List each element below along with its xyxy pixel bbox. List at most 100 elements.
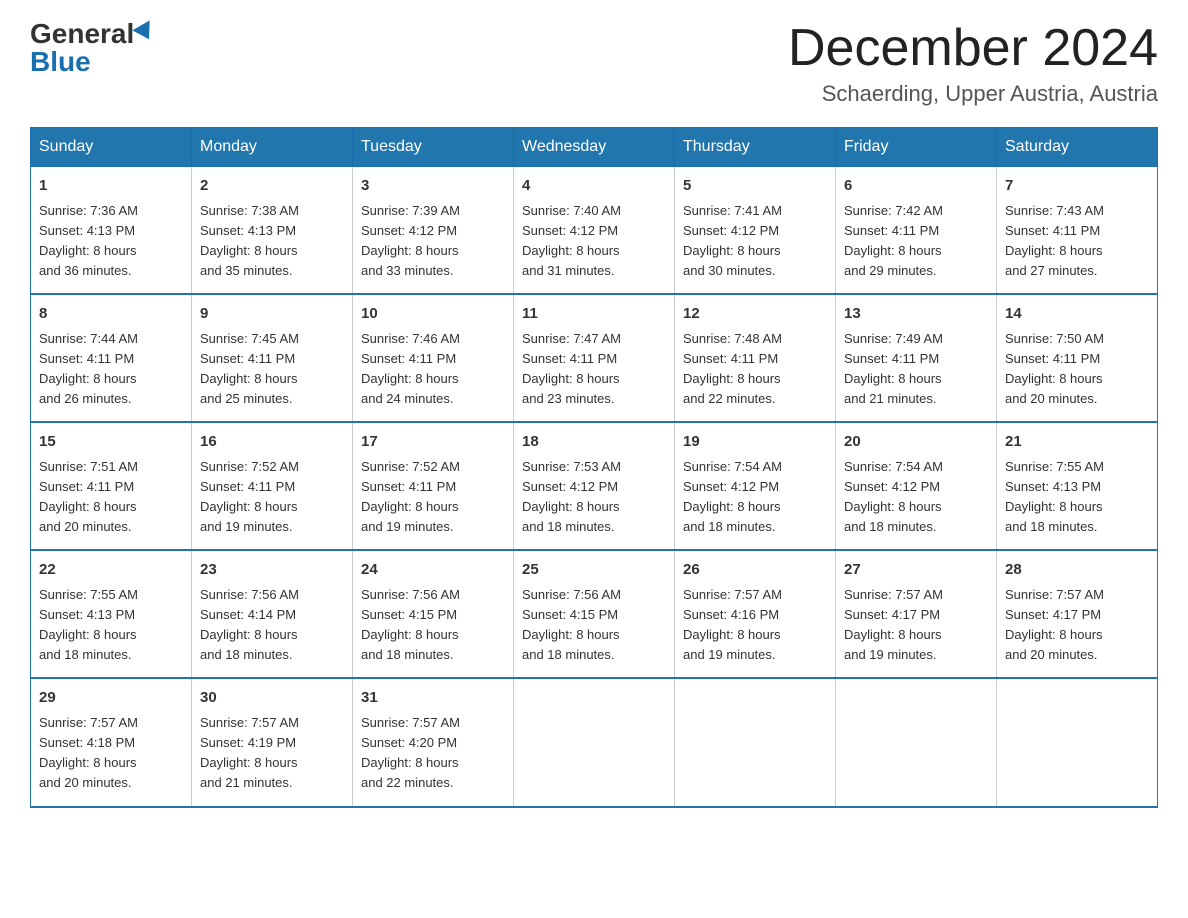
day-info: Sunrise: 7:49 AMSunset: 4:11 PMDaylight:… xyxy=(844,329,988,410)
column-header-sunday: Sunday xyxy=(31,128,192,167)
day-number: 30 xyxy=(200,687,344,710)
column-header-monday: Monday xyxy=(192,128,353,167)
calendar-cell: 18Sunrise: 7:53 AMSunset: 4:12 PMDayligh… xyxy=(514,422,675,550)
day-number: 24 xyxy=(361,559,505,582)
day-number: 26 xyxy=(683,559,827,582)
calendar-cell: 17 Sunrise: 7:52 AMSunset: 4:11 PMDayligh… xyxy=(353,422,514,550)
week-row-1: 1 Sunrise: 7:36 AMSunset: 4:13 PMDaylight… xyxy=(31,167,1158,295)
calendar-cell: 14Sunrise: 7:50 AMSunset: 4:11 PMDayligh… xyxy=(997,294,1158,422)
calendar-cell: 12Sunrise: 7:48 AMSunset: 4:11 PMDayligh… xyxy=(675,294,836,422)
calendar-cell: 21 Sunrise: 7:55 AMSunset: 4:13 PMDayligh… xyxy=(997,422,1158,550)
calendar-cell: 29 Sunrise: 7:57 AMSunset: 4:18 PMDayligh… xyxy=(31,678,192,806)
day-number: 31 xyxy=(361,687,505,710)
calendar-cell: 26Sunrise: 7:57 AMSunset: 4:16 PMDayligh… xyxy=(675,550,836,678)
day-number: 27 xyxy=(844,559,988,582)
day-number: 13 xyxy=(844,303,988,326)
calendar-cell xyxy=(997,678,1158,806)
day-number: 19 xyxy=(683,431,827,454)
column-header-thursday: Thursday xyxy=(675,128,836,167)
logo-triangle-icon xyxy=(133,20,158,44)
calendar-cell: 4 Sunrise: 7:40 AMSunset: 4:12 PMDaylight… xyxy=(514,167,675,295)
day-info: Sunrise: 7:56 AMSunset: 4:15 PMDaylight:… xyxy=(522,585,666,666)
calendar-header-row: SundayMondayTuesdayWednesdayThursdayFrid… xyxy=(31,128,1158,167)
day-number: 15 xyxy=(39,431,183,454)
day-info: Sunrise: 7:52 AMSunset: 4:11 PMDaylight:… xyxy=(361,457,505,538)
column-header-tuesday: Tuesday xyxy=(353,128,514,167)
day-number: 23 xyxy=(200,559,344,582)
day-number: 4 xyxy=(522,175,666,198)
calendar-cell: 9 Sunrise: 7:45 AMSunset: 4:11 PMDaylight… xyxy=(192,294,353,422)
calendar-cell: 20 Sunrise: 7:54 AMSunset: 4:12 PMDayligh… xyxy=(836,422,997,550)
day-info: Sunrise: 7:57 AMSunset: 4:18 PMDaylight:… xyxy=(39,713,183,794)
day-info: Sunrise: 7:43 AMSunset: 4:11 PMDaylight:… xyxy=(1005,201,1149,282)
day-number: 21 xyxy=(1005,431,1149,454)
day-number: 17 xyxy=(361,431,505,454)
day-number: 20 xyxy=(844,431,988,454)
calendar-cell: 25Sunrise: 7:56 AMSunset: 4:15 PMDayligh… xyxy=(514,550,675,678)
day-info: Sunrise: 7:48 AMSunset: 4:11 PMDaylight:… xyxy=(683,329,827,410)
calendar-cell: 13 Sunrise: 7:49 AMSunset: 4:11 PMDayligh… xyxy=(836,294,997,422)
day-info: Sunrise: 7:55 AMSunset: 4:13 PMDaylight:… xyxy=(39,585,183,666)
day-info: Sunrise: 7:39 AMSunset: 4:12 PMDaylight:… xyxy=(361,201,505,282)
location-subtitle: Schaerding, Upper Austria, Austria xyxy=(788,81,1158,107)
day-number: 2 xyxy=(200,175,344,198)
calendar-cell xyxy=(836,678,997,806)
day-info: Sunrise: 7:57 AMSunset: 4:19 PMDaylight:… xyxy=(200,713,344,794)
day-number: 29 xyxy=(39,687,183,710)
calendar-cell: 24 Sunrise: 7:56 AMSunset: 4:15 PMDayligh… xyxy=(353,550,514,678)
logo-blue-text: Blue xyxy=(30,48,91,76)
calendar-cell: 19Sunrise: 7:54 AMSunset: 4:12 PMDayligh… xyxy=(675,422,836,550)
calendar-cell: 15 Sunrise: 7:51 AMSunset: 4:11 PMDayligh… xyxy=(31,422,192,550)
calendar-cell: 7 Sunrise: 7:43 AMSunset: 4:11 PMDaylight… xyxy=(997,167,1158,295)
column-header-saturday: Saturday xyxy=(997,128,1158,167)
day-info: Sunrise: 7:55 AMSunset: 4:13 PMDaylight:… xyxy=(1005,457,1149,538)
day-info: Sunrise: 7:57 AMSunset: 4:17 PMDaylight:… xyxy=(1005,585,1149,666)
day-info: Sunrise: 7:38 AMSunset: 4:13 PMDaylight:… xyxy=(200,201,344,282)
week-row-4: 22 Sunrise: 7:55 AMSunset: 4:13 PMDayligh… xyxy=(31,550,1158,678)
day-info: Sunrise: 7:41 AMSunset: 4:12 PMDaylight:… xyxy=(683,201,827,282)
day-number: 8 xyxy=(39,303,183,326)
week-row-3: 15 Sunrise: 7:51 AMSunset: 4:11 PMDayligh… xyxy=(31,422,1158,550)
calendar-cell: 1 Sunrise: 7:36 AMSunset: 4:13 PMDaylight… xyxy=(31,167,192,295)
week-row-2: 8Sunrise: 7:44 AMSunset: 4:11 PMDaylight… xyxy=(31,294,1158,422)
day-info: Sunrise: 7:51 AMSunset: 4:11 PMDaylight:… xyxy=(39,457,183,538)
day-info: Sunrise: 7:40 AMSunset: 4:12 PMDaylight:… xyxy=(522,201,666,282)
calendar-cell: 16Sunrise: 7:52 AMSunset: 4:11 PMDayligh… xyxy=(192,422,353,550)
logo: General Blue xyxy=(30,20,156,76)
day-info: Sunrise: 7:46 AMSunset: 4:11 PMDaylight:… xyxy=(361,329,505,410)
calendar-cell: 28 Sunrise: 7:57 AMSunset: 4:17 PMDayligh… xyxy=(997,550,1158,678)
day-info: Sunrise: 7:36 AMSunset: 4:13 PMDaylight:… xyxy=(39,201,183,282)
calendar-cell: 8Sunrise: 7:44 AMSunset: 4:11 PMDaylight… xyxy=(31,294,192,422)
column-header-friday: Friday xyxy=(836,128,997,167)
day-number: 14 xyxy=(1005,303,1149,326)
day-number: 18 xyxy=(522,431,666,454)
calendar-table: SundayMondayTuesdayWednesdayThursdayFrid… xyxy=(30,127,1158,807)
calendar-cell: 31Sunrise: 7:57 AMSunset: 4:20 PMDayligh… xyxy=(353,678,514,806)
calendar-cell: 27 Sunrise: 7:57 AMSunset: 4:17 PMDayligh… xyxy=(836,550,997,678)
day-info: Sunrise: 7:54 AMSunset: 4:12 PMDaylight:… xyxy=(844,457,988,538)
day-number: 22 xyxy=(39,559,183,582)
title-block: December 2024 Schaerding, Upper Austria,… xyxy=(788,20,1158,107)
day-info: Sunrise: 7:52 AMSunset: 4:11 PMDaylight:… xyxy=(200,457,344,538)
calendar-cell: 3Sunrise: 7:39 AMSunset: 4:12 PMDaylight… xyxy=(353,167,514,295)
day-number: 9 xyxy=(200,303,344,326)
day-info: Sunrise: 7:57 AMSunset: 4:17 PMDaylight:… xyxy=(844,585,988,666)
day-number: 6 xyxy=(844,175,988,198)
calendar-cell: 6Sunrise: 7:42 AMSunset: 4:11 PMDaylight… xyxy=(836,167,997,295)
calendar-cell: 30 Sunrise: 7:57 AMSunset: 4:19 PMDayligh… xyxy=(192,678,353,806)
day-info: Sunrise: 7:45 AMSunset: 4:11 PMDaylight:… xyxy=(200,329,344,410)
calendar-cell: 10Sunrise: 7:46 AMSunset: 4:11 PMDayligh… xyxy=(353,294,514,422)
month-title: December 2024 xyxy=(788,20,1158,77)
day-number: 11 xyxy=(522,303,666,326)
day-number: 1 xyxy=(39,175,183,198)
day-number: 28 xyxy=(1005,559,1149,582)
page-header: General Blue December 2024 Schaerding, U… xyxy=(30,20,1158,107)
calendar-cell: 23Sunrise: 7:56 AMSunset: 4:14 PMDayligh… xyxy=(192,550,353,678)
calendar-cell xyxy=(675,678,836,806)
calendar-cell: 11 Sunrise: 7:47 AMSunset: 4:11 PMDayligh… xyxy=(514,294,675,422)
day-number: 7 xyxy=(1005,175,1149,198)
day-info: Sunrise: 7:56 AMSunset: 4:15 PMDaylight:… xyxy=(361,585,505,666)
day-info: Sunrise: 7:47 AMSunset: 4:11 PMDaylight:… xyxy=(522,329,666,410)
calendar-cell: 22 Sunrise: 7:55 AMSunset: 4:13 PMDayligh… xyxy=(31,550,192,678)
calendar-cell xyxy=(514,678,675,806)
